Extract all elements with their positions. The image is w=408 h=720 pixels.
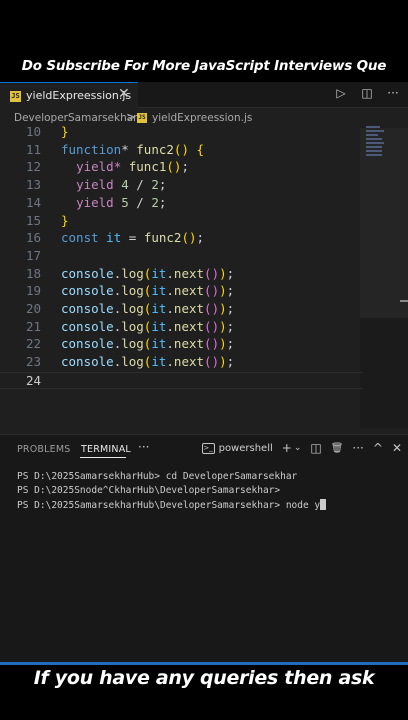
code-text[interactable]: yield 4 / 2;: [61, 177, 166, 192]
line-number: 12: [25, 159, 41, 175]
chevron-down-icon[interactable]: ⌄: [294, 443, 302, 453]
minimap[interactable]: [366, 126, 388, 162]
code-text[interactable]: }: [61, 213, 69, 228]
tab-problems[interactable]: PROBLEMS: [17, 444, 70, 455]
top-caption-text: Do Subscribe For More JavaScript Intervi…: [21, 58, 387, 74]
code-line[interactable]: 12 yield* func1();: [0, 159, 362, 177]
more-actions-icon[interactable]: ···: [386, 86, 400, 100]
line-number: 17: [25, 247, 41, 263]
code-text[interactable]: function* func2() {: [61, 142, 204, 157]
vscode-window: JS yieldExpreession.js ✕ ▷ ◫ ··· Develop…: [0, 82, 408, 662]
code-editor[interactable]: 10} 11 function* func2() {12 yield* func1(…: [0, 124, 362, 424]
code-line[interactable]: 19 console.log(it.next());: [0, 283, 362, 301]
code-line[interactable]: 22 console.log(it.next());: [0, 336, 362, 354]
code-text[interactable]: }: [61, 124, 69, 139]
tab-close-icon[interactable]: ✕: [118, 86, 130, 102]
js-file-icon: JS: [10, 91, 21, 102]
line-number: 24: [25, 372, 41, 388]
bottom-caption-text: If you have any queries then ask: [33, 667, 375, 689]
line-number: 16: [25, 230, 41, 246]
code-line[interactable]: 18 console.log(it.next());: [0, 266, 362, 284]
line-number: 19: [25, 283, 41, 299]
code-line[interactable]: 11 function* func2() {: [0, 142, 362, 160]
run-icon[interactable]: ▷: [334, 86, 348, 100]
panel-more-icon[interactable]: ···: [138, 440, 149, 454]
breadcrumb-separator-icon: >: [126, 110, 137, 124]
code-line[interactable]: 17: [0, 248, 362, 266]
line-number: 20: [25, 301, 41, 316]
code-line[interactable]: 23 console.log(it.next());: [0, 354, 362, 372]
code-text[interactable]: console.log(it.next());: [61, 266, 234, 281]
terminal-input[interactable]: PS D:\2025SamarsekharHub\DeveloperSamars…: [17, 500, 320, 511]
tab-yieldexpreession[interactable]: JS yieldExpreession.js ✕: [0, 82, 138, 108]
code-text[interactable]: console.log(it.next());: [61, 301, 234, 316]
terminal-cursor: [320, 499, 327, 510]
line-number: 22: [25, 336, 41, 352]
trash-icon[interactable]: 🗑: [331, 443, 344, 454]
new-terminal-icon[interactable]: +: [282, 441, 292, 455]
line-number: 10: [25, 124, 41, 139]
code-line[interactable]: 20 console.log(it.next());: [0, 301, 362, 319]
top-caption-banner: Do Subscribe For More JavaScript Intervi…: [0, 0, 408, 82]
code-text[interactable]: yield 5 / 2;: [61, 195, 166, 210]
code-text[interactable]: console.log(it.next());: [61, 319, 234, 334]
overview-ruler-mark: [400, 300, 408, 302]
code-line[interactable]: 16 const it = func2();: [0, 230, 362, 248]
split-terminal-icon[interactable]: ◫: [310, 441, 321, 455]
editor-scroll-track[interactable]: [360, 128, 408, 428]
code-line[interactable]: 21 console.log(it.next());: [0, 319, 362, 337]
code-text[interactable]: console.log(it.next());: [61, 354, 234, 369]
terminal-line: PS D:\2025SamarsekharHub> cd DeveloperSa…: [17, 471, 298, 482]
maximize-panel-icon[interactable]: ^: [373, 441, 383, 455]
code-line[interactable]: 10}: [0, 124, 362, 142]
terminal-output[interactable]: PS D:\2025SamarsekharHub> cd DeveloperSa…: [17, 471, 397, 513]
code-line[interactable]: 14 yield 5 / 2;: [0, 195, 362, 213]
code-line[interactable]: 15}: [0, 213, 362, 231]
code-line[interactable]: 13 yield 4 / 2;: [0, 177, 362, 195]
line-number: 13: [25, 177, 41, 193]
line-number: 11: [25, 141, 41, 157]
editor-tab-bar: JS yieldExpreession.js ✕ ▷ ◫ ···: [0, 82, 408, 108]
panel-more-actions-icon[interactable]: ···: [352, 441, 363, 455]
tab-terminal[interactable]: TERMINAL: [81, 444, 131, 455]
breadcrumb-folder[interactable]: DeveloperSamarsekhar: [14, 112, 138, 124]
code-line[interactable]: 24: [0, 371, 362, 390]
editor-actions: ▷ ◫ ···: [334, 86, 400, 100]
panel-tabs: PROBLEMS TERMINAL ··· >_ powershell + ⌄ …: [0, 435, 408, 461]
code-text[interactable]: const it = func2();: [61, 230, 204, 245]
close-panel-icon[interactable]: ✕: [392, 441, 402, 455]
active-tab-indicator: [80, 457, 126, 458]
code-text[interactable]: console.log(it.next());: [61, 336, 234, 351]
breadcrumb-file[interactable]: yieldExpreession.js: [152, 112, 252, 124]
terminal-actions: >_ powershell + ⌄ ◫ 🗑 ··· ^ ✕: [193, 440, 402, 456]
tab-label: yieldExpreession.js: [26, 89, 132, 102]
js-file-icon: JS: [137, 113, 147, 123]
bottom-panel: PROBLEMS TERMINAL ··· >_ powershell + ⌄ …: [0, 434, 408, 662]
line-number: 14: [25, 194, 41, 210]
terminal-line: PS D:\2025Snode^CkharHub\DeveloperSamars…: [17, 485, 281, 496]
shell-label[interactable]: powershell: [219, 443, 273, 454]
bottom-caption-banner: If you have any queries then ask: [0, 665, 408, 720]
line-number: 21: [25, 318, 41, 334]
code-text[interactable]: console.log(it.next());: [61, 283, 234, 298]
terminal-icon: >_: [201, 442, 215, 454]
line-number: 18: [25, 265, 41, 281]
code-text[interactable]: yield* func1();: [61, 159, 189, 174]
split-editor-icon[interactable]: ◫: [360, 86, 374, 100]
line-number: 23: [25, 354, 41, 370]
terminal-line: PS D:\2025SamarsekharHub\DeveloperSamars…: [17, 499, 397, 513]
line-number: 15: [25, 212, 41, 228]
